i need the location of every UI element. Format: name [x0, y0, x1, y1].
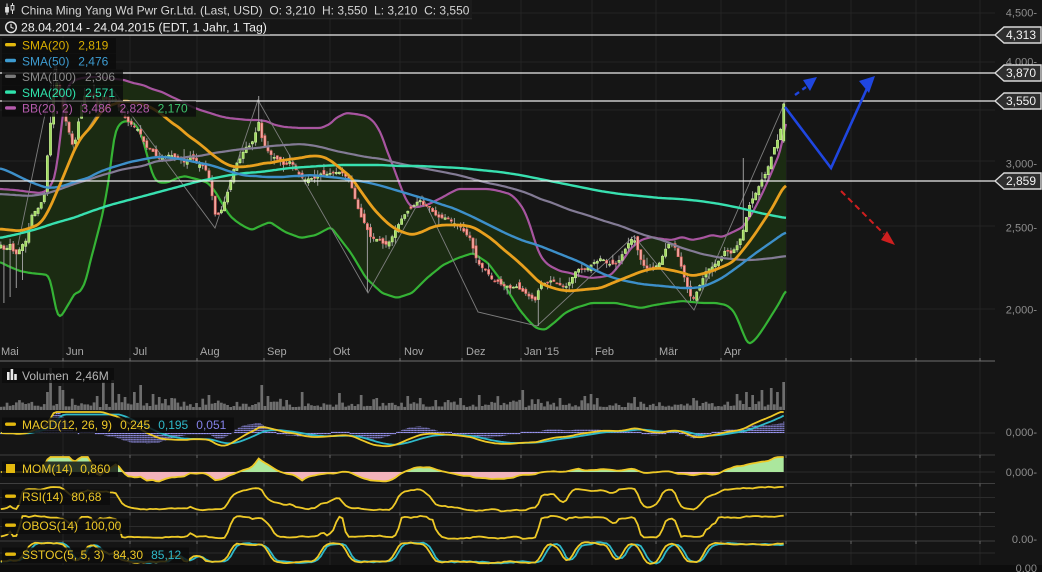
svg-text:0.00-: 0.00- [1012, 534, 1037, 546]
svg-text:SSTOC(5, 5, 3): SSTOC(5, 5, 3) [22, 548, 104, 562]
svg-text:0,000-: 0,000- [1006, 467, 1038, 479]
svg-text:2,476: 2,476 [78, 54, 108, 68]
svg-text:84,30: 84,30 [113, 548, 143, 562]
svg-text:85,12: 85,12 [151, 548, 181, 562]
svg-text:2,828: 2,828 [120, 102, 150, 116]
svg-text:0,245: 0,245 [120, 418, 150, 432]
svg-text:Mai: Mai [1, 346, 19, 358]
svg-text:28.04.2014 - 24.04.2015 (EDT,: 28.04.2014 - 24.04.2015 (EDT, 1 Jahr, 1 … [21, 21, 267, 35]
svg-text:3,550: 3,550 [1006, 94, 1036, 108]
svg-text:3,486: 3,486 [81, 102, 111, 116]
svg-text:Aug: Aug [200, 346, 220, 358]
svg-text:2,819: 2,819 [78, 39, 108, 53]
svg-text:0.00: 0.00 [1016, 563, 1037, 572]
svg-text:Mär: Mär [659, 346, 678, 358]
svg-text:MACD(12, 26, 9): MACD(12, 26, 9) [22, 418, 112, 432]
svg-text:3,870: 3,870 [1006, 66, 1036, 80]
svg-text:Nov: Nov [404, 346, 424, 358]
svg-text:Sep: Sep [267, 346, 287, 358]
svg-text:Okt: Okt [333, 346, 350, 358]
svg-text:2,571: 2,571 [85, 86, 115, 100]
svg-text:SMA(100): SMA(100) [22, 70, 76, 84]
svg-text:SMA(20): SMA(20) [22, 39, 69, 53]
svg-text:BB(20, 2): BB(20, 2) [22, 102, 73, 116]
svg-text:0,000-: 0,000- [1006, 427, 1038, 439]
svg-text:4,313: 4,313 [1006, 28, 1036, 42]
svg-text:2,306: 2,306 [85, 70, 115, 84]
svg-text:0,051: 0,051 [196, 418, 226, 432]
svg-text:Feb: Feb [595, 346, 614, 358]
svg-text:3,000-: 3,000- [1006, 159, 1038, 171]
svg-text:2,170: 2,170 [158, 102, 188, 116]
svg-text:Volumen 2,46M: Volumen 2,46M [22, 369, 109, 383]
svg-text:Apr: Apr [724, 346, 741, 358]
svg-text:100,00: 100,00 [85, 519, 122, 533]
svg-text:0,195: 0,195 [158, 418, 188, 432]
svg-text:Dez: Dez [466, 346, 486, 358]
svg-text:2,000-: 2,000- [1006, 305, 1038, 317]
svg-text:RSI(14): RSI(14) [22, 490, 63, 504]
svg-text:MOM(14): MOM(14) [22, 462, 73, 476]
svg-text:Jun: Jun [66, 346, 84, 358]
svg-text:OBOS(14): OBOS(14) [22, 519, 78, 533]
svg-text:80,68: 80,68 [71, 490, 101, 504]
svg-text:China Ming Yang Wd Pwr Gr.Ltd.: China Ming Yang Wd Pwr Gr.Ltd. (Last, US… [21, 4, 470, 18]
svg-text:Jul: Jul [133, 346, 147, 358]
svg-text:SMA(200): SMA(200) [22, 86, 76, 100]
svg-text:SMA(50): SMA(50) [22, 54, 69, 68]
svg-text:2,500-: 2,500- [1006, 223, 1038, 235]
svg-text:0,860: 0,860 [80, 462, 110, 476]
svg-text:4,500-: 4,500- [1006, 8, 1038, 20]
svg-text:Jan '15: Jan '15 [524, 346, 559, 358]
svg-text:2,859: 2,859 [1006, 174, 1036, 188]
